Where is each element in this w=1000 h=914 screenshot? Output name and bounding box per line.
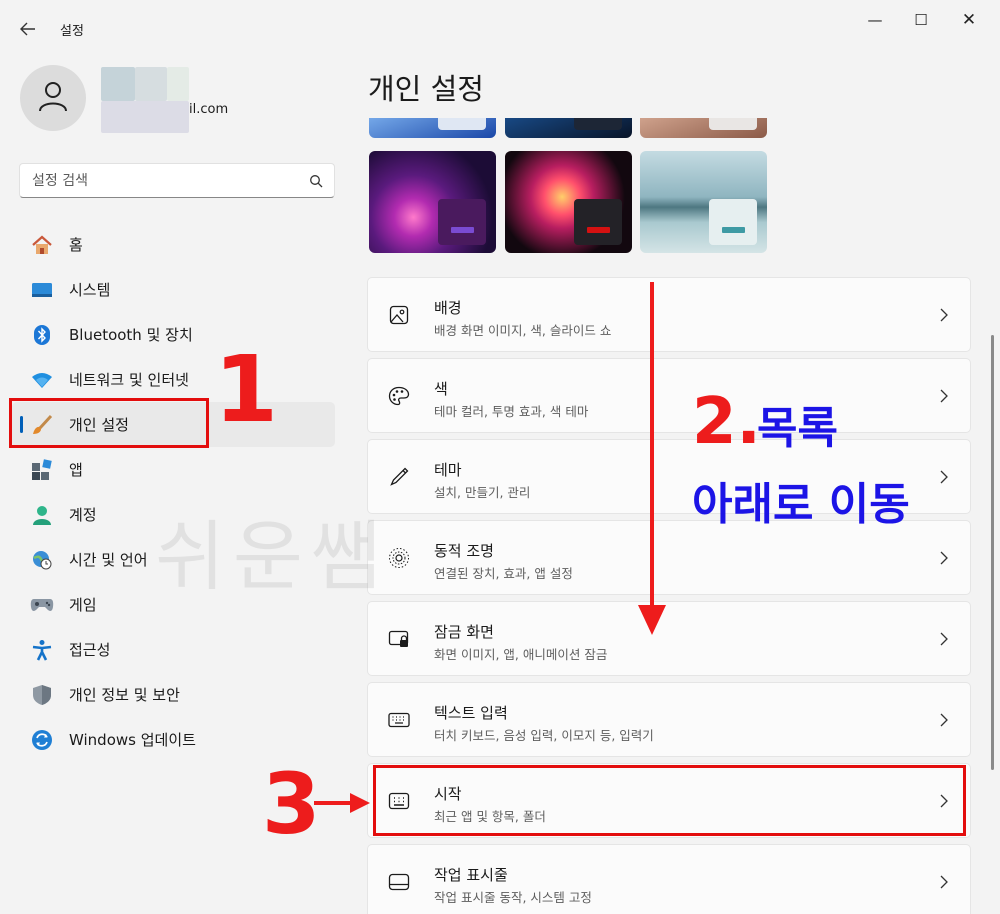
chevron-right-icon (938, 710, 950, 730)
search-input[interactable] (32, 170, 302, 192)
chevron-right-icon (938, 386, 950, 406)
sidebar-item-label: 계정 (69, 506, 97, 524)
app-title: 설정 (60, 24, 84, 39)
search-box[interactable] (19, 163, 335, 198)
card-title: 색 (434, 380, 448, 398)
search-icon[interactable] (307, 172, 325, 190)
close-icon: ✕ (961, 10, 977, 30)
lock-screen-icon (387, 627, 411, 651)
theme-thumbnails (368, 118, 768, 255)
card-subtitle: 작업 표시줄 동작, 시스템 고정 (434, 890, 592, 905)
card-title: 텍스트 입력 (434, 704, 508, 722)
annotation-step2-number: 2. (692, 385, 761, 459)
lighting-icon (387, 546, 411, 570)
sidebar-item-label: Windows 업데이트 (69, 731, 196, 749)
annotation-step3: 3 (262, 755, 321, 853)
sidebar-item-label: 홈 (69, 236, 83, 254)
arrow-left-icon (20, 20, 36, 41)
sidebar-item-bluetooth[interactable]: Bluetooth 및 장치 (12, 312, 335, 357)
minimize-button[interactable]: — (852, 4, 898, 36)
card-title: 잠금 화면 (434, 623, 494, 641)
card-subtitle: 설치, 만들기, 관리 (434, 485, 531, 500)
close-button[interactable]: ✕ (946, 4, 992, 36)
update-icon (30, 728, 54, 752)
user-email: il.com (189, 102, 229, 117)
annotation-arrow-right-head (350, 793, 370, 813)
page-title: 개인 설정 (368, 72, 484, 106)
sidebar-item-network[interactable]: 네트워크 및 인터넷 (12, 357, 335, 402)
annotation-step2-line2: 아래로 이동 (692, 479, 910, 530)
card-title: 동적 조명 (434, 542, 494, 560)
wifi-icon (30, 368, 54, 392)
sidebar-item-label: 게임 (69, 596, 97, 614)
theme-thumbnail[interactable] (640, 151, 767, 253)
taskbar-icon (387, 870, 411, 894)
sidebar-item-label: 네트워크 및 인터넷 (69, 371, 189, 389)
theme-thumbnail[interactable] (505, 118, 632, 138)
back-button[interactable] (12, 14, 44, 46)
annotation-step1: 1 (214, 336, 279, 443)
gamepad-icon (30, 593, 54, 617)
sidebar-item-label: Bluetooth 및 장치 (69, 326, 193, 344)
card-subtitle: 연결된 장치, 효과, 앱 설정 (434, 566, 573, 581)
minimize-icon: — (867, 11, 883, 29)
annotation-box-step3 (373, 765, 966, 836)
setting-card-lock-screen[interactable]: 잠금 화면 화면 이미지, 앱, 애니메이션 잠금 (367, 601, 971, 676)
sidebar-item-apps[interactable]: 앱 (12, 447, 335, 492)
sidebar-item-privacy-security[interactable]: 개인 정보 및 보안 (12, 672, 335, 717)
palette-icon (387, 384, 411, 408)
sidebar-item-label: 접근성 (69, 641, 111, 659)
chevron-right-icon (938, 872, 950, 892)
watermark: 쉬운쌤 (155, 512, 389, 601)
annotation-arrow-down (650, 282, 654, 615)
keyboard-icon (387, 708, 411, 732)
title-bar: 설정 — ☐ ✕ (0, 0, 1000, 58)
annotation-step2-line1: 목록 (757, 403, 838, 454)
theme-thumbnail[interactable] (640, 118, 767, 138)
card-title: 테마 (434, 461, 462, 479)
sidebar-item-label: 앱 (69, 461, 83, 479)
card-title: 작업 표시줄 (434, 866, 508, 884)
image-icon (387, 303, 411, 327)
card-title: 배경 (434, 299, 462, 317)
card-subtitle: 화면 이미지, 앱, 애니메이션 잠금 (434, 647, 608, 662)
system-icon (30, 278, 54, 302)
shield-icon (30, 683, 54, 707)
theme-thumbnail[interactable] (369, 151, 496, 253)
home-icon (30, 233, 54, 257)
accessibility-icon (30, 638, 54, 662)
sidebar-item-label: 개인 정보 및 보안 (69, 686, 180, 704)
theme-thumbnail[interactable] (505, 151, 632, 253)
sidebar-nav: 홈 시스템 Bluetooth 및 장치 네트워크 및 인터넷 개인 설정 앱 (12, 222, 335, 762)
annotation-arrow-down-head (638, 605, 666, 635)
sidebar-item-accessibility[interactable]: 접근성 (12, 627, 335, 672)
account-icon (30, 503, 54, 527)
avatar[interactable] (20, 65, 86, 131)
maximize-icon: ☐ (914, 11, 928, 29)
maximize-button[interactable]: ☐ (898, 4, 944, 36)
chevron-right-icon (938, 629, 950, 649)
theme-thumbnail[interactable] (369, 118, 496, 138)
sidebar-item-home[interactable]: 홈 (12, 222, 335, 267)
sidebar-item-system[interactable]: 시스템 (12, 267, 335, 312)
annotation-box-step1 (9, 398, 209, 448)
globe-clock-icon (30, 548, 54, 572)
bluetooth-icon (30, 323, 54, 347)
apps-icon (30, 458, 54, 482)
chevron-right-icon (938, 467, 950, 487)
setting-card-text-input[interactable]: 텍스트 입력 터치 키보드, 음성 입력, 이모지 등, 입력기 (367, 682, 971, 757)
setting-card-taskbar[interactable]: 작업 표시줄 작업 표시줄 동작, 시스템 고정 (367, 844, 971, 914)
card-subtitle: 터치 키보드, 음성 입력, 이모지 등, 입력기 (434, 728, 654, 743)
setting-card-background[interactable]: 배경 배경 화면 이미지, 색, 슬라이드 쇼 (367, 277, 971, 352)
chevron-right-icon (938, 305, 950, 325)
card-subtitle: 테마 컬러, 투명 효과, 색 테마 (434, 404, 589, 419)
sidebar-item-label: 시스템 (69, 281, 111, 299)
sidebar-item-label: 시간 및 언어 (69, 551, 148, 569)
person-icon (36, 79, 70, 117)
setting-card-colors[interactable]: 색 테마 컬러, 투명 효과, 색 테마 (367, 358, 971, 433)
pen-icon (387, 465, 411, 489)
scrollbar[interactable] (991, 335, 994, 770)
chevron-right-icon (938, 548, 950, 568)
card-subtitle: 배경 화면 이미지, 색, 슬라이드 쇼 (434, 323, 612, 338)
